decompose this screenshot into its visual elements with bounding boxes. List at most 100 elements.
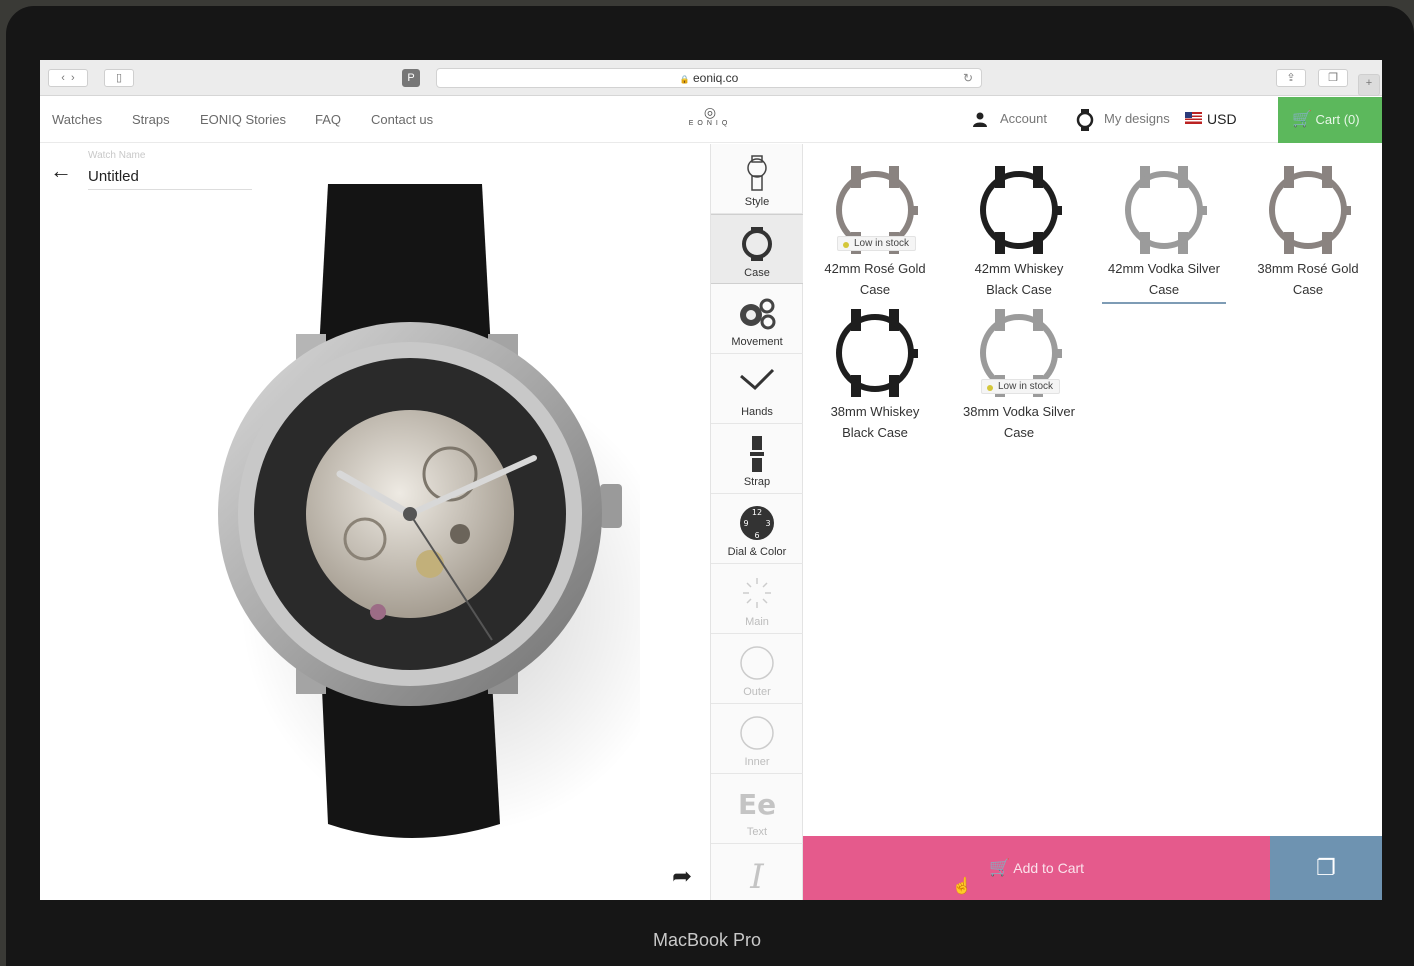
tool-label: Dial & Color — [727, 546, 787, 558]
share-arrow-icon[interactable]: ➦ — [672, 862, 692, 891]
back-arrow-icon[interactable]: ← — [50, 158, 72, 184]
case-option-subtitle: Black Case — [842, 425, 908, 440]
tool-label: Inner — [744, 756, 770, 768]
browser-toolbar: ‹ › ▯ P 🔒 eoniq.co ↻ ⇪ ❐ + — [40, 60, 1382, 96]
tool-main[interactable]: Main — [711, 564, 803, 634]
nav-faq[interactable]: FAQ — [315, 112, 341, 127]
eoniq-logo[interactable]: ◎ EONIQ — [680, 104, 740, 127]
case-option[interactable]: 42mm Vodka Silver Case — [1092, 162, 1236, 304]
customizer-tools: Style Case Movement Hands Strap 12 9 3 6 Dial & C… — [710, 144, 803, 900]
svg-text:3: 3 — [765, 519, 770, 528]
pointer-cursor-icon: ☝ — [952, 878, 972, 895]
nav-contact-us[interactable]: Contact us — [371, 112, 433, 127]
reload-icon[interactable]: ↻ — [963, 69, 973, 87]
my-designs-link[interactable]: My designs — [1104, 111, 1170, 126]
main-icon — [737, 574, 777, 612]
style-icon — [737, 154, 777, 192]
tool-inner[interactable]: Inner — [711, 704, 803, 774]
case-thumbnail-image — [980, 166, 1062, 254]
case-option[interactable]: 42mm Whiskey Black Case — [947, 162, 1091, 300]
tool-style[interactable]: Style — [711, 144, 803, 214]
case-options-grid: 42mm Rosé Gold Case Low in stock 42mm Whisk… — [803, 144, 1382, 836]
selected-underline — [1102, 302, 1226, 304]
currency-selector[interactable]: USD — [1207, 111, 1237, 127]
case-option-name: 38mm Rosé Gold — [1257, 261, 1359, 276]
account-link[interactable]: Account — [1000, 111, 1047, 126]
tool-label: Outer — [743, 686, 771, 698]
strap-icon — [737, 434, 777, 472]
address-bar[interactable]: 🔒 eoniq.co ↻ — [436, 68, 982, 88]
case-option[interactable]: 38mm Rosé Gold Case — [1236, 162, 1380, 300]
svg-text:I: I — [749, 857, 764, 892]
us-flag-icon — [1185, 112, 1202, 127]
case-option-subtitle: Case — [1148, 282, 1180, 297]
case-option-subtitle: Case — [1292, 282, 1324, 297]
add-to-cart-button[interactable]: 🛒 Add to Cart — [803, 836, 1270, 900]
inner-icon — [737, 714, 777, 752]
tool-case[interactable]: Case — [711, 214, 803, 284]
share-browser-icon[interactable]: ⇪ — [1276, 69, 1306, 87]
svg-text:Ee: Ee — [738, 788, 776, 821]
device-label: MacBook Pro — [652, 930, 762, 950]
tabs-icon[interactable]: ❐ — [1318, 69, 1348, 87]
hands-icon — [737, 364, 777, 402]
cart-icon: 🛒 — [1292, 111, 1312, 128]
low-stock-badge: Low in stock — [981, 379, 1061, 394]
dial-icon: 12 9 3 6 — [737, 504, 777, 542]
tool-strap[interactable]: Strap — [711, 424, 803, 494]
tool-movement[interactable]: Movement — [711, 284, 803, 354]
font-icon: I — [737, 854, 777, 897]
case-option-name: 42mm Vodka Silver — [1108, 261, 1220, 276]
case-thumbnail-image — [1269, 166, 1351, 254]
add-to-cart-label: Add to Cart — [1013, 860, 1085, 876]
tool-text[interactable]: Ee Text — [711, 774, 803, 844]
back-forward-buttons[interactable]: ‹ › — [48, 69, 88, 87]
cart-icon: 🛒 — [988, 858, 1011, 877]
reader-icon[interactable]: P — [402, 69, 420, 87]
duplicate-design-button[interactable]: ❐ — [1270, 836, 1382, 900]
user-icon — [972, 111, 988, 130]
new-tab-icon[interactable]: + — [1358, 74, 1380, 96]
svg-text:9: 9 — [743, 519, 748, 528]
case-option-name: 38mm Whiskey — [830, 404, 920, 419]
sidebar-toggle-icon[interactable]: ▯ — [104, 69, 134, 87]
case-icon — [737, 225, 777, 263]
watch-icon — [1076, 109, 1094, 134]
case-option-name: 42mm Rosé Gold — [824, 261, 926, 276]
case-option[interactable]: 42mm Rosé Gold Case Low in stock — [803, 162, 947, 300]
case-option[interactable]: 38mm Whiskey Black Case — [803, 305, 947, 443]
tool-hands[interactable]: Hands — [711, 354, 803, 424]
tool-label: Case — [744, 267, 770, 279]
lock-icon: 🔒 — [679, 75, 690, 84]
header-cart-button[interactable]: 🛒 Cart (0) — [1278, 97, 1382, 143]
nav-straps[interactable]: Straps — [132, 112, 170, 127]
url-text: eoniq.co — [692, 71, 739, 85]
case-option-subtitle: Case — [859, 282, 891, 297]
case-thumbnail-image — [1125, 166, 1207, 254]
case-option-name: 38mm Vodka Silver — [963, 404, 1075, 419]
nav-watches[interactable]: Watches — [52, 112, 102, 127]
site-header: Watches Straps EONIQ Stories FAQ Contact… — [40, 97, 1382, 143]
cart-count: Cart (0) — [1315, 112, 1360, 127]
nav-eoniq-stories[interactable]: EONIQ Stories — [200, 112, 286, 127]
svg-text:12: 12 — [752, 508, 762, 517]
tool-label: Movement — [731, 336, 783, 348]
logo-text: EONIQ — [688, 120, 732, 127]
watch-name-label: Watch Name — [88, 150, 146, 161]
tool-outer[interactable]: Outer — [711, 634, 803, 704]
tool-label: Text — [746, 826, 768, 838]
watch-render-image — [218, 184, 640, 838]
case-option[interactable]: 38mm Vodka Silver Case Low in stock — [947, 305, 1091, 443]
case-option-subtitle: Case — [1003, 425, 1035, 440]
outer-icon — [737, 644, 777, 682]
case-option-subtitle: Black Case — [986, 282, 1052, 297]
copy-icon: ❐ — [1316, 855, 1336, 880]
watch-preview-panel: ← Watch Name Untitled ➦ — [40, 144, 710, 900]
browser-screen: ‹ › ▯ P 🔒 eoniq.co ↻ ⇪ ❐ + Watches Strap… — [40, 60, 1382, 900]
tool-label: Style — [744, 196, 770, 208]
tool-dial-color[interactable]: 12 9 3 6 Dial & Color — [711, 494, 803, 564]
case-thumbnail-image — [836, 309, 918, 397]
case-option-name: 42mm Whiskey — [974, 261, 1064, 276]
movement-icon — [737, 294, 777, 332]
tool-font[interactable]: I — [711, 844, 803, 900]
